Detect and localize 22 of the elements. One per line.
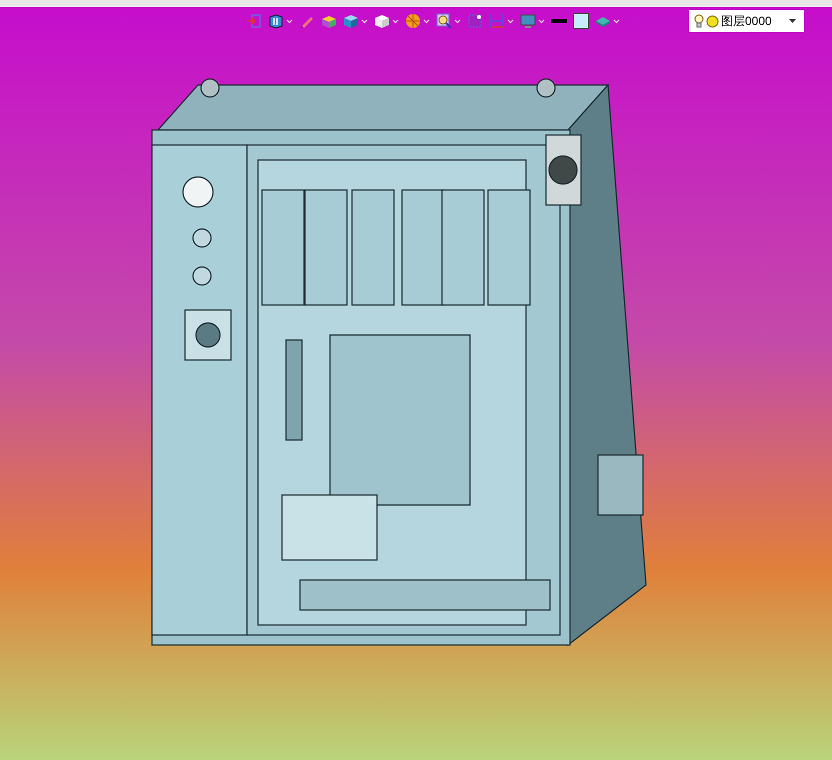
chevron-down-icon[interactable]: [392, 18, 399, 24]
monitor-icon[interactable]: [520, 13, 536, 29]
zoom-icon[interactable]: [436, 13, 452, 29]
lightbulb-icon: [694, 14, 704, 28]
select-icon[interactable]: [467, 13, 483, 29]
chevron-down-icon[interactable]: [286, 18, 293, 24]
chevron-down-icon[interactable]: [538, 18, 545, 24]
caret-icon: [789, 19, 796, 23]
book-icon[interactable]: [268, 13, 284, 29]
sphere-icon[interactable]: [405, 13, 421, 29]
chevron-down-icon[interactable]: [361, 18, 368, 24]
chevron-down-icon[interactable]: [507, 18, 514, 24]
color-swatch-icon[interactable]: [573, 13, 589, 29]
cube-icon[interactable]: [343, 13, 359, 29]
layer-dropdown[interactable]: 图层0000: [689, 10, 804, 32]
colored-box-icon[interactable]: [321, 13, 337, 29]
chevron-down-icon[interactable]: [613, 18, 620, 24]
sun-icon: [706, 14, 719, 28]
layer-name: 图层0000: [721, 13, 772, 30]
chevron-down-icon[interactable]: [423, 18, 430, 24]
chevron-down-icon[interactable]: [454, 18, 461, 24]
cube-icon[interactable]: [374, 13, 390, 29]
